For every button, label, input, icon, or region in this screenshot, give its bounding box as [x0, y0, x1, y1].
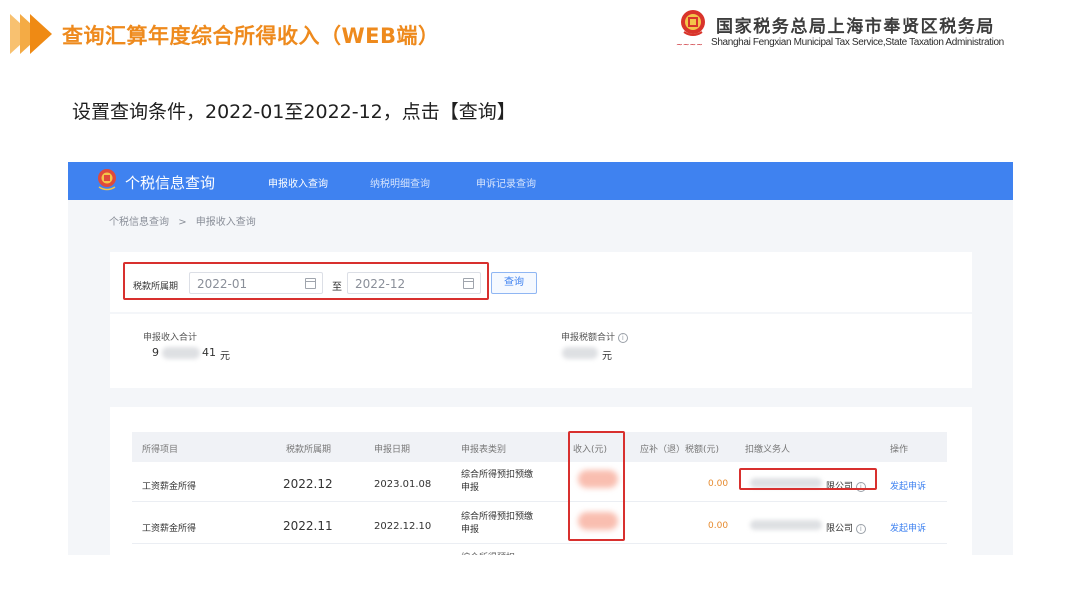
table-header — [132, 432, 947, 462]
highlight-income-column — [568, 431, 625, 541]
instruction-text: 设置查询条件，2022-01至2022-12，点击【查询】 — [72, 101, 516, 123]
appeal-link[interactable]: 发起申诉 — [890, 521, 926, 534]
query-card: 税款所属期 2022-01 至 2022-12 查询 — [110, 252, 972, 312]
highlight-withholder — [739, 468, 877, 490]
query-button[interactable]: 查询 — [491, 272, 537, 294]
col-income-item: 所得项目 — [142, 445, 179, 455]
breadcrumb-separator: > — [178, 217, 187, 228]
tax-total-label-text: 申报税额合计 — [561, 333, 616, 343]
tax-total-label: 申报税额合计 i — [561, 330, 628, 343]
redacted-withholder — [750, 520, 822, 530]
title-chevrons-icon — [10, 14, 56, 54]
cell-income-item: 工资薪金所得 — [142, 482, 197, 492]
tax-bureau-emblem-icon — [681, 10, 705, 36]
cell-tax: 0.00 — [708, 521, 729, 531]
income-total-prefix: 9 — [152, 346, 159, 359]
breadcrumb-current: 申报收入查询 — [195, 217, 256, 228]
highlight-query-conditions — [123, 262, 489, 300]
cell-period: 2022.12 — [283, 477, 333, 491]
bureau-name: 国家税务总局上海市奉贤区税务局 — [716, 17, 995, 37]
income-unit: 元 — [220, 351, 230, 362]
breadcrumb-home[interactable]: 个税信息查询 — [109, 217, 169, 228]
nav-declared-income[interactable]: 申报收入查询 — [268, 175, 328, 190]
col-declare-date: 申报日期 — [374, 445, 411, 455]
col-form-type: 申报表类别 — [461, 445, 507, 455]
income-table: 所得项目 税款所属期 申报日期 申报表类别 收入(元) 应补（退）税额(元) 扣… — [110, 407, 972, 555]
cell-tax: 0.00 — [708, 479, 729, 489]
row-divider — [132, 543, 947, 544]
info-icon[interactable]: i — [855, 523, 866, 534]
redacted-amount — [562, 347, 598, 359]
info-icon[interactable]: i — [617, 332, 628, 343]
withholder-name: 限公司 — [826, 524, 854, 534]
cell-date: 2023.01.08 — [374, 479, 432, 490]
portal-app-title: 个税信息查询 — [125, 174, 216, 192]
income-total-suffix: 41 — [202, 346, 216, 359]
nav-tax-detail[interactable]: 纳税明细查询 — [370, 175, 430, 190]
cell-period: 2022.11 — [283, 519, 333, 533]
redacted-amount — [162, 347, 200, 359]
portal-emblem-icon — [98, 169, 116, 191]
tax-unit: 元 — [602, 351, 612, 362]
cell-form-type: 综合所得预扣预缴申报 — [461, 512, 534, 535]
cell-withholder: 限公司 i — [826, 521, 866, 534]
summary-card: 申报收入合计 9 41 元 申报税额合计 i 元 — [110, 314, 972, 388]
col-action: 操作 — [890, 445, 909, 455]
breadcrumb: 个税信息查询 > 申报收入查询 — [109, 213, 262, 228]
slide-title: 查询汇算年度综合所得收入（WEB端） — [62, 24, 440, 48]
col-withholder: 扣缴义务人 — [745, 445, 791, 455]
nav-appeal-records[interactable]: 申诉记录查询 — [476, 175, 536, 190]
appeal-link[interactable]: 发起申诉 — [890, 479, 926, 492]
col-period: 税款所属期 — [286, 445, 332, 455]
col-tax: 应补（退）税额(元) — [640, 445, 720, 455]
bureau-script-logo: ~~~~ — [676, 40, 703, 49]
row-divider — [132, 501, 947, 502]
cell-date: 2022.12.10 — [374, 521, 432, 532]
portal-screenshot: 个税信息查询 申报收入查询 纳税明细查询 申诉记录查询 个税信息查询 > 申报收… — [68, 162, 1013, 555]
income-total-label: 申报收入合计 — [143, 333, 198, 343]
partial-row-form-type: 综合所得预扣 — [461, 550, 515, 555]
cell-income-item: 工资薪金所得 — [142, 524, 197, 534]
portal-header: 个税信息查询 申报收入查询 纳税明细查询 申诉记录查询 — [68, 162, 1013, 200]
bureau-name-en: Shanghai Fengxian Municipal Tax Service,… — [711, 37, 1004, 48]
cell-form-type: 综合所得预扣预缴申报 — [461, 470, 534, 493]
